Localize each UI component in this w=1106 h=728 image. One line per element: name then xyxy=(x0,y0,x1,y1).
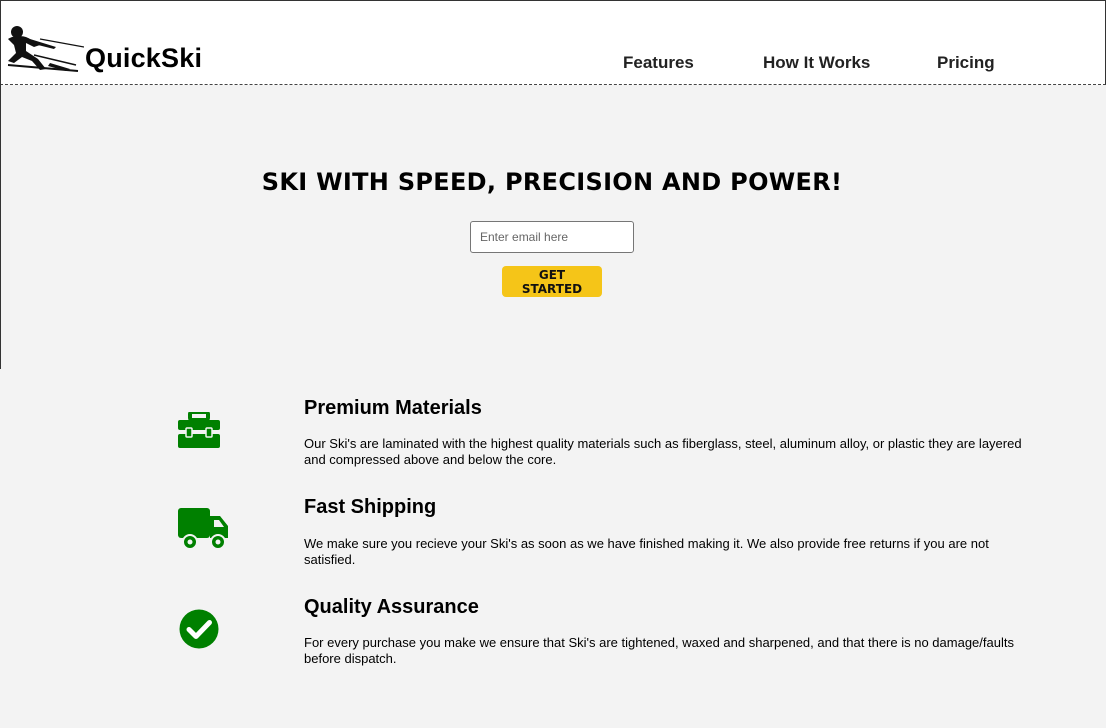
feature-description: For every purchase you make we ensure th… xyxy=(304,635,1014,666)
feature-title: Premium Materials xyxy=(304,397,482,419)
hero-title: SKI WITH SPEED, PRECISION AND POWER! xyxy=(261,168,843,196)
feature-description: Our Ski's are laminated with the highest… xyxy=(304,436,1022,467)
nav-link-pricing[interactable]: Pricing xyxy=(937,53,995,73)
nav-link-features[interactable]: Features xyxy=(623,53,694,73)
brand-name: QuickSki xyxy=(85,43,203,73)
toolbox-icon xyxy=(178,412,220,448)
get-started-button[interactable]: GET STARTED xyxy=(502,266,602,297)
site-header: QuickSki Features How It Works Pricing xyxy=(0,0,1106,85)
email-input[interactable] xyxy=(470,221,634,253)
feature-title: Quality Assurance xyxy=(304,596,479,618)
truck-icon xyxy=(178,508,228,549)
check-circle-icon xyxy=(179,609,219,649)
page-edge-divider xyxy=(0,84,1,369)
skier-logo-icon[interactable] xyxy=(4,25,84,73)
feature-title: Fast Shipping xyxy=(304,496,437,518)
feature-description: We make sure you recieve your Ski's as s… xyxy=(304,536,989,567)
nav-link-how-it-works[interactable]: How It Works xyxy=(763,53,870,73)
